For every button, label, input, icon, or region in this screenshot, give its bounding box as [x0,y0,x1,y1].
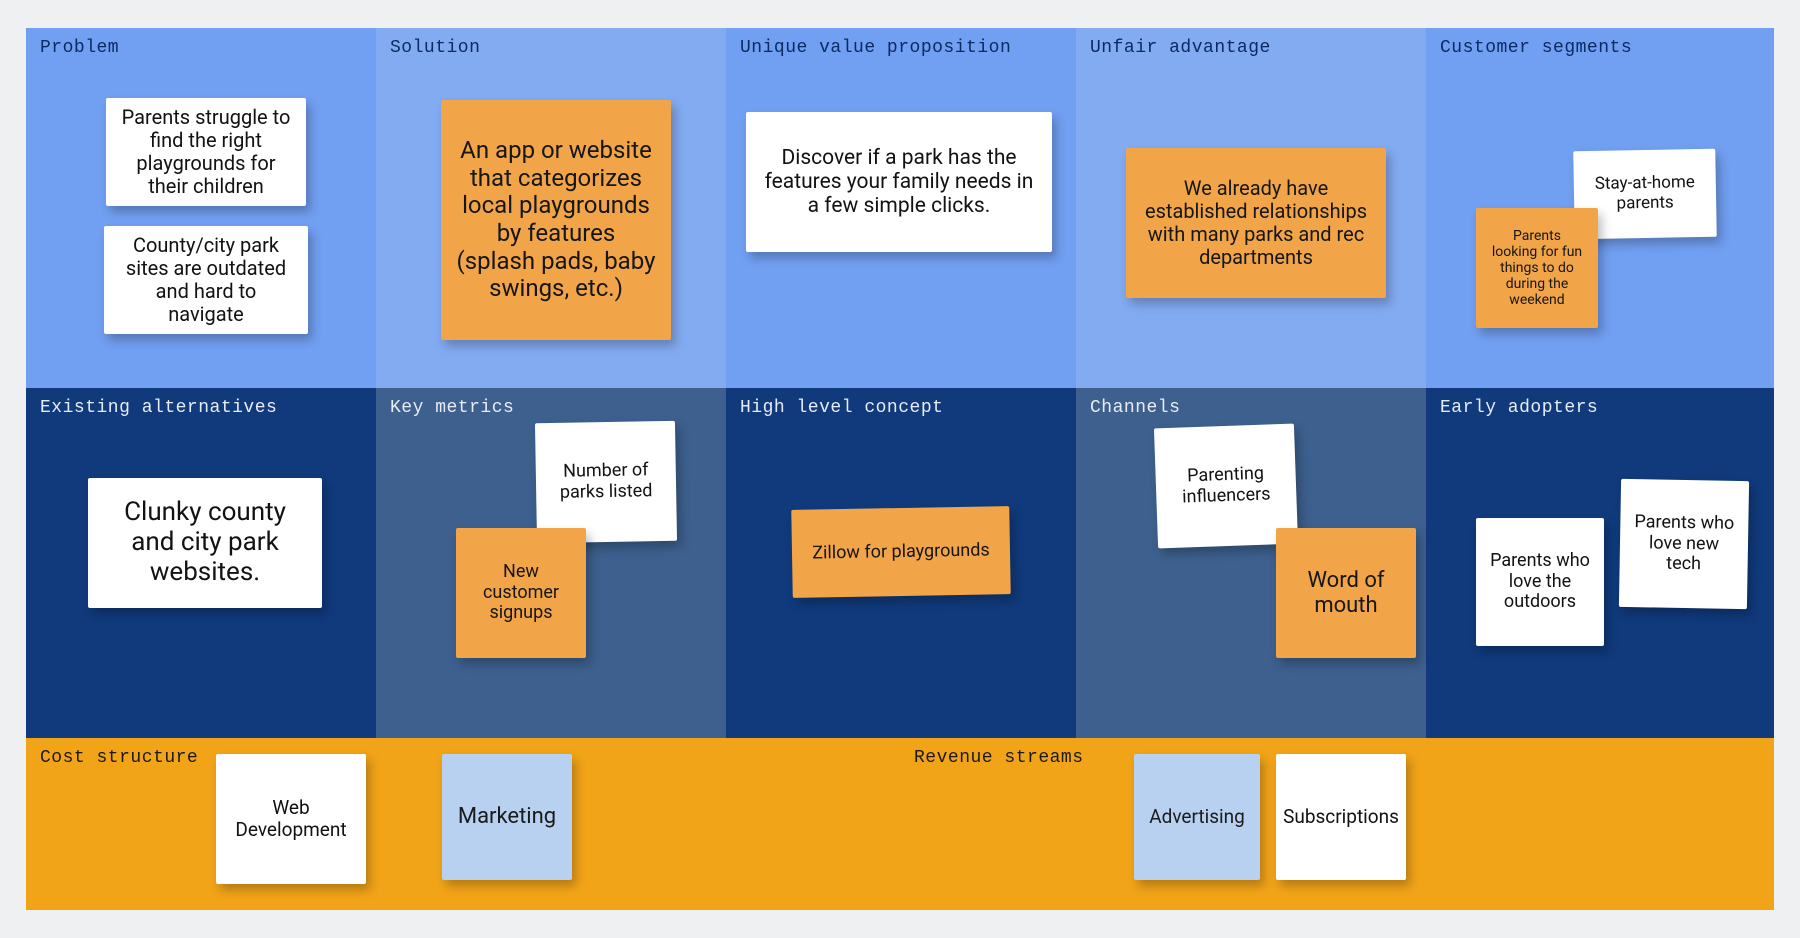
sticky-metrics-1[interactable]: Number of parks listed [535,421,677,543]
section-title: Unique value proposition [740,38,1062,58]
section-title: Unfair advantage [1090,38,1412,58]
sticky-uvp-1[interactable]: Discover if a park has the features your… [746,112,1052,252]
sticky-revenue-1[interactable]: Advertising [1134,754,1260,880]
sticky-adopters-1[interactable]: Parents who love the outdoors [1476,518,1604,646]
sticky-concept-1[interactable]: Zillow for playgrounds [791,506,1011,598]
section-title: Channels [1090,398,1412,418]
sticky-problem-2[interactable]: County/city park sites are outdated and … [104,226,308,334]
sticky-cost-1[interactable]: Web Development [216,754,366,884]
section-title: High level concept [740,398,1062,418]
section-problem[interactable]: Problem [26,28,376,388]
sticky-solution-1[interactable]: An app or website that categorizes local… [441,100,671,340]
sticky-revenue-2[interactable]: Subscriptions [1276,754,1406,880]
sticky-adopters-2[interactable]: Parents who love new tech [1619,479,1749,609]
section-title: Problem [40,38,362,58]
sticky-segments-2[interactable]: Parents looking for fun things to do dur… [1476,208,1598,328]
sticky-alt-1[interactable]: Clunky county and city park websites. [88,478,322,608]
section-title: Existing alternatives [40,398,362,418]
section-title: Solution [390,38,712,58]
section-title: Customer segments [1440,38,1760,58]
sticky-channels-2[interactable]: Word of mouth [1276,528,1416,658]
sticky-metrics-2[interactable]: New customer signups [456,528,586,658]
sticky-problem-1[interactable]: Parents struggle to find the right playg… [106,98,306,206]
sticky-advantage-1[interactable]: We already have established relationship… [1126,148,1386,298]
section-title: Key metrics [390,398,712,418]
lean-canvas-board[interactable]: Problem Solution Unique value propositio… [26,28,1774,910]
sticky-cost-2[interactable]: Marketing [442,754,572,880]
section-title: Early adopters [1440,398,1760,418]
